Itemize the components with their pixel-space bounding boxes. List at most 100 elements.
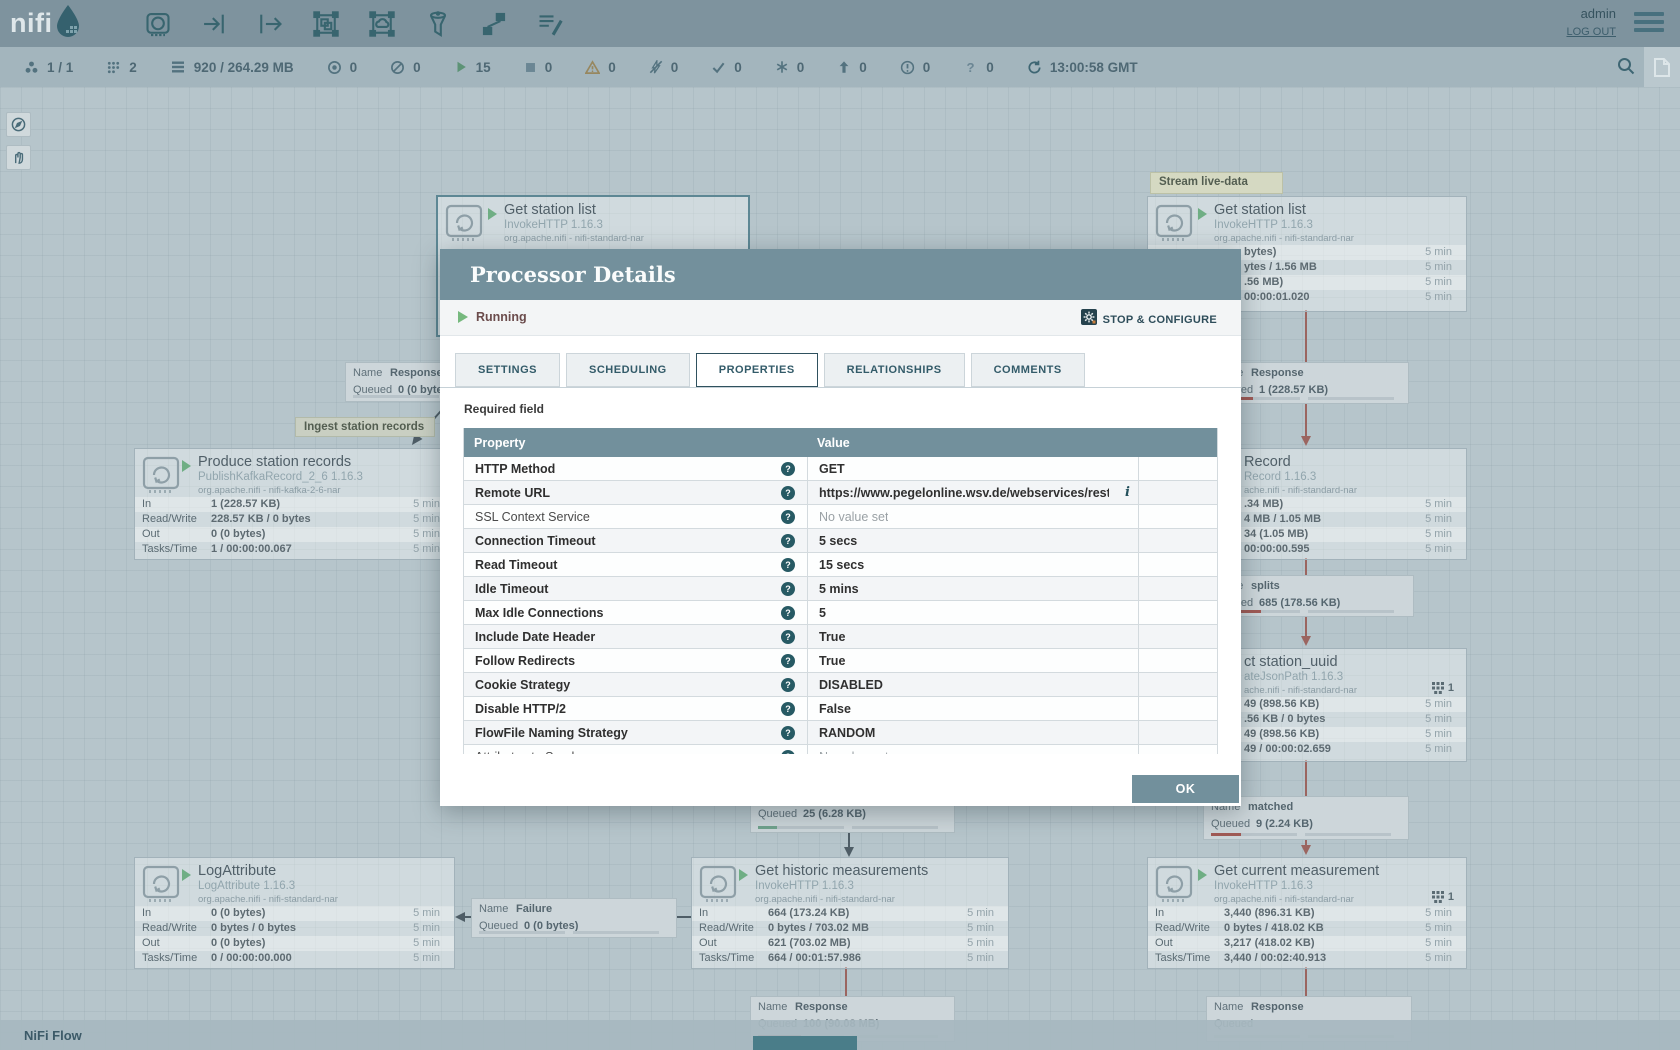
processor-icon bbox=[1154, 203, 1194, 248]
tab-scheduling[interactable]: SCHEDULING bbox=[566, 353, 690, 387]
property-row[interactable]: SSL Context Service?No value set bbox=[464, 505, 1217, 529]
tab-settings[interactable]: SETTINGS bbox=[455, 353, 560, 387]
status-value: 0 bbox=[671, 60, 679, 75]
help-icon[interactable]: ? bbox=[781, 582, 795, 596]
status-item-queued: 920 / 264.29 MB bbox=[170, 59, 294, 75]
connection-row-label: Name bbox=[479, 901, 508, 918]
label-icon[interactable] bbox=[522, 10, 578, 38]
processor-produce-station-records[interactable]: Produce station recordsPublishKafkaRecor… bbox=[134, 448, 455, 560]
property-row[interactable]: Read Timeout?15 secs bbox=[464, 553, 1217, 577]
processor-log-attribute[interactable]: LogAttributeLogAttribute 1.16.3org.apach… bbox=[134, 857, 455, 969]
connection-row-value: Response bbox=[795, 999, 848, 1016]
stat-label: In bbox=[142, 497, 151, 512]
property-row[interactable]: Disable HTTP/2?False bbox=[464, 697, 1217, 721]
processor-icon[interactable] bbox=[130, 10, 186, 38]
stat-value: 49 (898.56 KB) bbox=[1244, 727, 1319, 742]
operate-palette-button[interactable] bbox=[6, 145, 31, 170]
property-value: 5 mins bbox=[819, 582, 859, 596]
property-row[interactable]: HTTP Method?GET bbox=[464, 457, 1217, 481]
tab-relationships[interactable]: RELATIONSHIPS bbox=[824, 353, 965, 387]
navigate-palette-button[interactable] bbox=[6, 112, 31, 137]
stat-window: 5 min bbox=[1425, 951, 1452, 966]
processor-get-current-measurement[interactable]: Get current measurementInvokeHTTP 1.16.3… bbox=[1147, 857, 1467, 969]
property-row[interactable]: Follow Redirects?True bbox=[464, 649, 1217, 673]
processor-icon bbox=[141, 455, 181, 500]
help-icon[interactable]: ? bbox=[781, 654, 795, 668]
tab-comments[interactable]: COMMENTS bbox=[971, 353, 1085, 387]
breadcrumb[interactable]: NiFi Flow bbox=[24, 1028, 82, 1043]
property-row[interactable]: Cookie Strategy?DISABLED bbox=[464, 673, 1217, 697]
locally-modified-stale-icon bbox=[900, 60, 915, 75]
property-row[interactable]: FlowFile Naming Strategy?RANDOM bbox=[464, 721, 1217, 745]
help-icon[interactable]: ? bbox=[781, 678, 795, 692]
status-value: 0 bbox=[986, 60, 994, 75]
stale-icon bbox=[837, 60, 851, 74]
property-row[interactable]: Remote URL?https://www.pegelonline.wsv.d… bbox=[464, 481, 1217, 505]
search-icon[interactable] bbox=[1608, 57, 1644, 78]
stat-label: Out bbox=[699, 936, 717, 951]
label-stream-live-data[interactable]: Stream live-data bbox=[1150, 172, 1283, 194]
property-row[interactable]: Attributes to Send?No value set bbox=[464, 745, 1217, 754]
summary-doc-icon[interactable] bbox=[1644, 47, 1680, 87]
stat-row: Out621 (703.02 MB)5 min bbox=[692, 936, 1008, 951]
property-row[interactable]: Max Idle Connections?5 bbox=[464, 601, 1217, 625]
property-value: No value set bbox=[819, 510, 888, 524]
connection-row-value: Response bbox=[1251, 999, 1304, 1016]
help-icon[interactable]: ? bbox=[781, 702, 795, 716]
status-bar: 1 / 12920 / 264.29 MB00150000000?013:00:… bbox=[0, 47, 1680, 87]
connection-queued-historic[interactable]: Queued25 (6.28 KB) bbox=[750, 803, 955, 833]
stat-window: 5 min bbox=[1425, 742, 1452, 757]
tab-properties[interactable]: PROPERTIES bbox=[696, 353, 818, 387]
help-icon[interactable]: ? bbox=[781, 630, 795, 644]
stat-row: Out3,217 (418.02 KB)5 min bbox=[1148, 936, 1466, 951]
refresh-icon[interactable] bbox=[1027, 60, 1042, 75]
input-port-icon[interactable] bbox=[186, 10, 242, 38]
ok-button[interactable]: OK bbox=[1132, 775, 1239, 803]
process-group-icon[interactable] bbox=[298, 10, 354, 38]
stat-value: 00:00:00.595 bbox=[1244, 542, 1309, 557]
processor-type: InvokeHTTP 1.16.3 bbox=[504, 219, 603, 231]
property-name: Idle Timeout bbox=[475, 582, 548, 596]
property-row[interactable]: Connection Timeout?5 secs bbox=[464, 529, 1217, 553]
property-value: GET bbox=[819, 462, 845, 476]
running-status-icon bbox=[739, 869, 748, 881]
property-row[interactable]: Include Date Header?True bbox=[464, 625, 1217, 649]
info-icon[interactable]: i bbox=[1125, 485, 1130, 500]
status-value: 2 bbox=[129, 60, 137, 75]
status-value: 15 bbox=[476, 60, 491, 75]
connection-row: Queued25 (6.28 KB) bbox=[751, 806, 954, 823]
global-menu-icon[interactable] bbox=[1634, 12, 1664, 36]
logout-link[interactable]: LOG OUT bbox=[1566, 23, 1616, 41]
label-ingest-station-records[interactable]: Ingest station records bbox=[295, 417, 435, 437]
status-item-refresh[interactable]: 13:00:58 GMT bbox=[1027, 60, 1138, 75]
property-name: Read Timeout bbox=[475, 558, 557, 572]
help-icon[interactable]: ? bbox=[781, 534, 795, 548]
stat-label: Read/Write bbox=[699, 921, 754, 936]
help-icon[interactable]: ? bbox=[781, 606, 795, 620]
status-value: 0 bbox=[350, 60, 358, 75]
dialog-header: Processor Details bbox=[440, 249, 1241, 300]
help-icon[interactable]: ? bbox=[781, 510, 795, 524]
funnel-icon[interactable] bbox=[410, 10, 466, 38]
stat-window: 5 min bbox=[1425, 497, 1452, 512]
help-icon[interactable]: ? bbox=[781, 750, 795, 754]
remote-process-group-icon[interactable] bbox=[354, 10, 410, 38]
dialog-status-row: Running STOP & CONFIGURE bbox=[440, 300, 1241, 336]
help-icon[interactable]: ? bbox=[781, 558, 795, 572]
processor-name: ct station_uuid bbox=[1244, 654, 1338, 670]
status-value: 0 bbox=[608, 60, 616, 75]
connection-row-label: Queued bbox=[758, 806, 797, 823]
help-icon[interactable]: ? bbox=[781, 486, 795, 500]
property-row[interactable]: Idle Timeout? 5 mins bbox=[464, 577, 1217, 601]
connection-failure[interactable]: NameFailureQueued0 (0 bytes) bbox=[471, 898, 677, 938]
up-to-date-icon bbox=[711, 60, 726, 75]
stop-and-configure-button[interactable]: STOP & CONFIGURE bbox=[1081, 309, 1217, 330]
stat-value: 49 / 00:00:02.659 bbox=[1244, 742, 1331, 757]
template-icon[interactable] bbox=[466, 10, 522, 38]
status-value: 0 bbox=[923, 60, 931, 75]
help-icon[interactable]: ? bbox=[781, 726, 795, 740]
output-port-icon[interactable] bbox=[242, 10, 298, 38]
help-icon[interactable]: ? bbox=[781, 462, 795, 476]
processor-get-historic-measurements[interactable]: Get historic measurementsInvokeHTTP 1.16… bbox=[691, 857, 1009, 969]
status-item-threads: 2 bbox=[106, 60, 137, 75]
